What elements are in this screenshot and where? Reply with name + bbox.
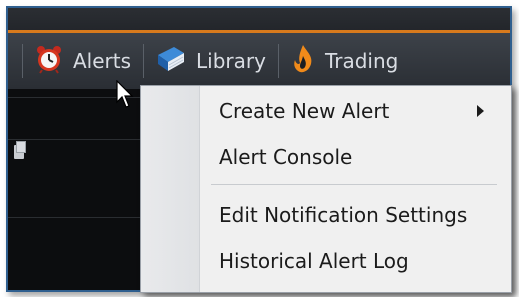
menu-item-edit-notification-settings[interactable]: Edit Notification Settings [219, 197, 467, 233]
menu-item-create-new-alert[interactable]: Create New Alert [219, 93, 389, 129]
menu-separator [211, 184, 497, 185]
toolbar-trading-label: Trading [324, 49, 399, 73]
submenu-arrow-icon [477, 105, 484, 117]
menu-icon-gutter [141, 86, 200, 292]
document-icon[interactable] [14, 141, 26, 159]
menu-item-label: Create New Alert [219, 99, 390, 123]
title-strip [8, 8, 510, 30]
mouse-cursor-icon [116, 79, 136, 114]
alarm-clock-icon [35, 44, 63, 79]
toolbar-separator [277, 44, 279, 78]
menu-item-label: Alert Console [219, 145, 353, 169]
book-icon [156, 45, 186, 78]
toolbar-separator [22, 44, 23, 78]
alerts-dropdown-menu: Create New Alert Alert Console Edit Noti… [140, 85, 512, 293]
toolbar-library-button[interactable]: Library [150, 33, 272, 89]
toolbar-separator [143, 44, 145, 78]
menu-item-label: Historical Alert Log [219, 249, 409, 273]
toolbar-library-label: Library [196, 49, 266, 73]
toolbar-alerts-label: Alerts [73, 49, 132, 73]
menu-item-alert-console[interactable]: Alert Console [219, 139, 352, 175]
toolbar: Alerts Library Trading [8, 33, 510, 89]
menu-item-historical-alert-log[interactable]: Historical Alert Log [219, 243, 409, 279]
flame-icon [291, 44, 315, 79]
menu-item-label: Edit Notification Settings [219, 203, 468, 227]
toolbar-trading-button[interactable]: Trading [285, 33, 404, 89]
